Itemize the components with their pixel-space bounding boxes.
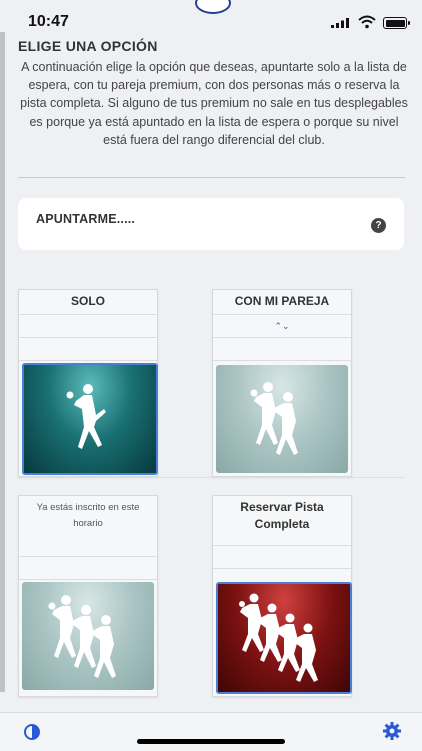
- option-title: Reservar Pista Completa: [213, 496, 351, 546]
- scroll-indicator: [0, 32, 5, 692]
- section-description: A continuación elige la opción que desea…: [20, 60, 408, 147]
- bottom-bar: [0, 712, 422, 751]
- option-reservar-pista[interactable]: Reservar Pista Completa: [212, 495, 352, 697]
- section-title: ELIGE UNA OPCIÓN: [18, 38, 158, 54]
- option-row: [19, 338, 157, 361]
- club-logo: [195, 0, 231, 14]
- status-time: 10:47: [28, 13, 69, 30]
- partner-select[interactable]: ⌃⌄: [213, 315, 351, 338]
- help-icon[interactable]: ?: [371, 218, 386, 233]
- apuntarme-label: APUNTARME.....: [36, 212, 136, 226]
- player-single-image[interactable]: [22, 363, 158, 475]
- option-row: [213, 546, 351, 569]
- battery-icon: [383, 17, 410, 29]
- wifi-icon: [358, 15, 376, 29]
- players-three-image: [22, 582, 154, 690]
- status-bar: 10:47: [0, 0, 422, 34]
- option-title: CON MI PAREJA: [213, 290, 351, 315]
- gear-icon[interactable]: [382, 721, 402, 741]
- option-row: [213, 338, 351, 361]
- option-title: SOLO: [19, 290, 157, 315]
- option-solo[interactable]: SOLO: [18, 289, 158, 477]
- signal-icon: [331, 18, 349, 28]
- option-con-mi-pareja[interactable]: CON MI PAREJA ⌃⌄: [212, 289, 352, 477]
- logout-icon[interactable]: [22, 722, 42, 742]
- option-row: [19, 557, 157, 580]
- home-indicator: [137, 739, 285, 744]
- option-title: Ya estás inscrito en este horario: [19, 496, 157, 557]
- apuntarme-box[interactable]: APUNTARME..... ?: [18, 198, 404, 250]
- divider: [18, 177, 405, 178]
- option-row: [19, 315, 157, 338]
- players-pair-image[interactable]: [216, 365, 348, 473]
- option-con-dos-mas[interactable]: Ya estás inscrito en este horario: [18, 495, 158, 697]
- players-four-image[interactable]: [216, 582, 352, 694]
- divider: [18, 477, 405, 478]
